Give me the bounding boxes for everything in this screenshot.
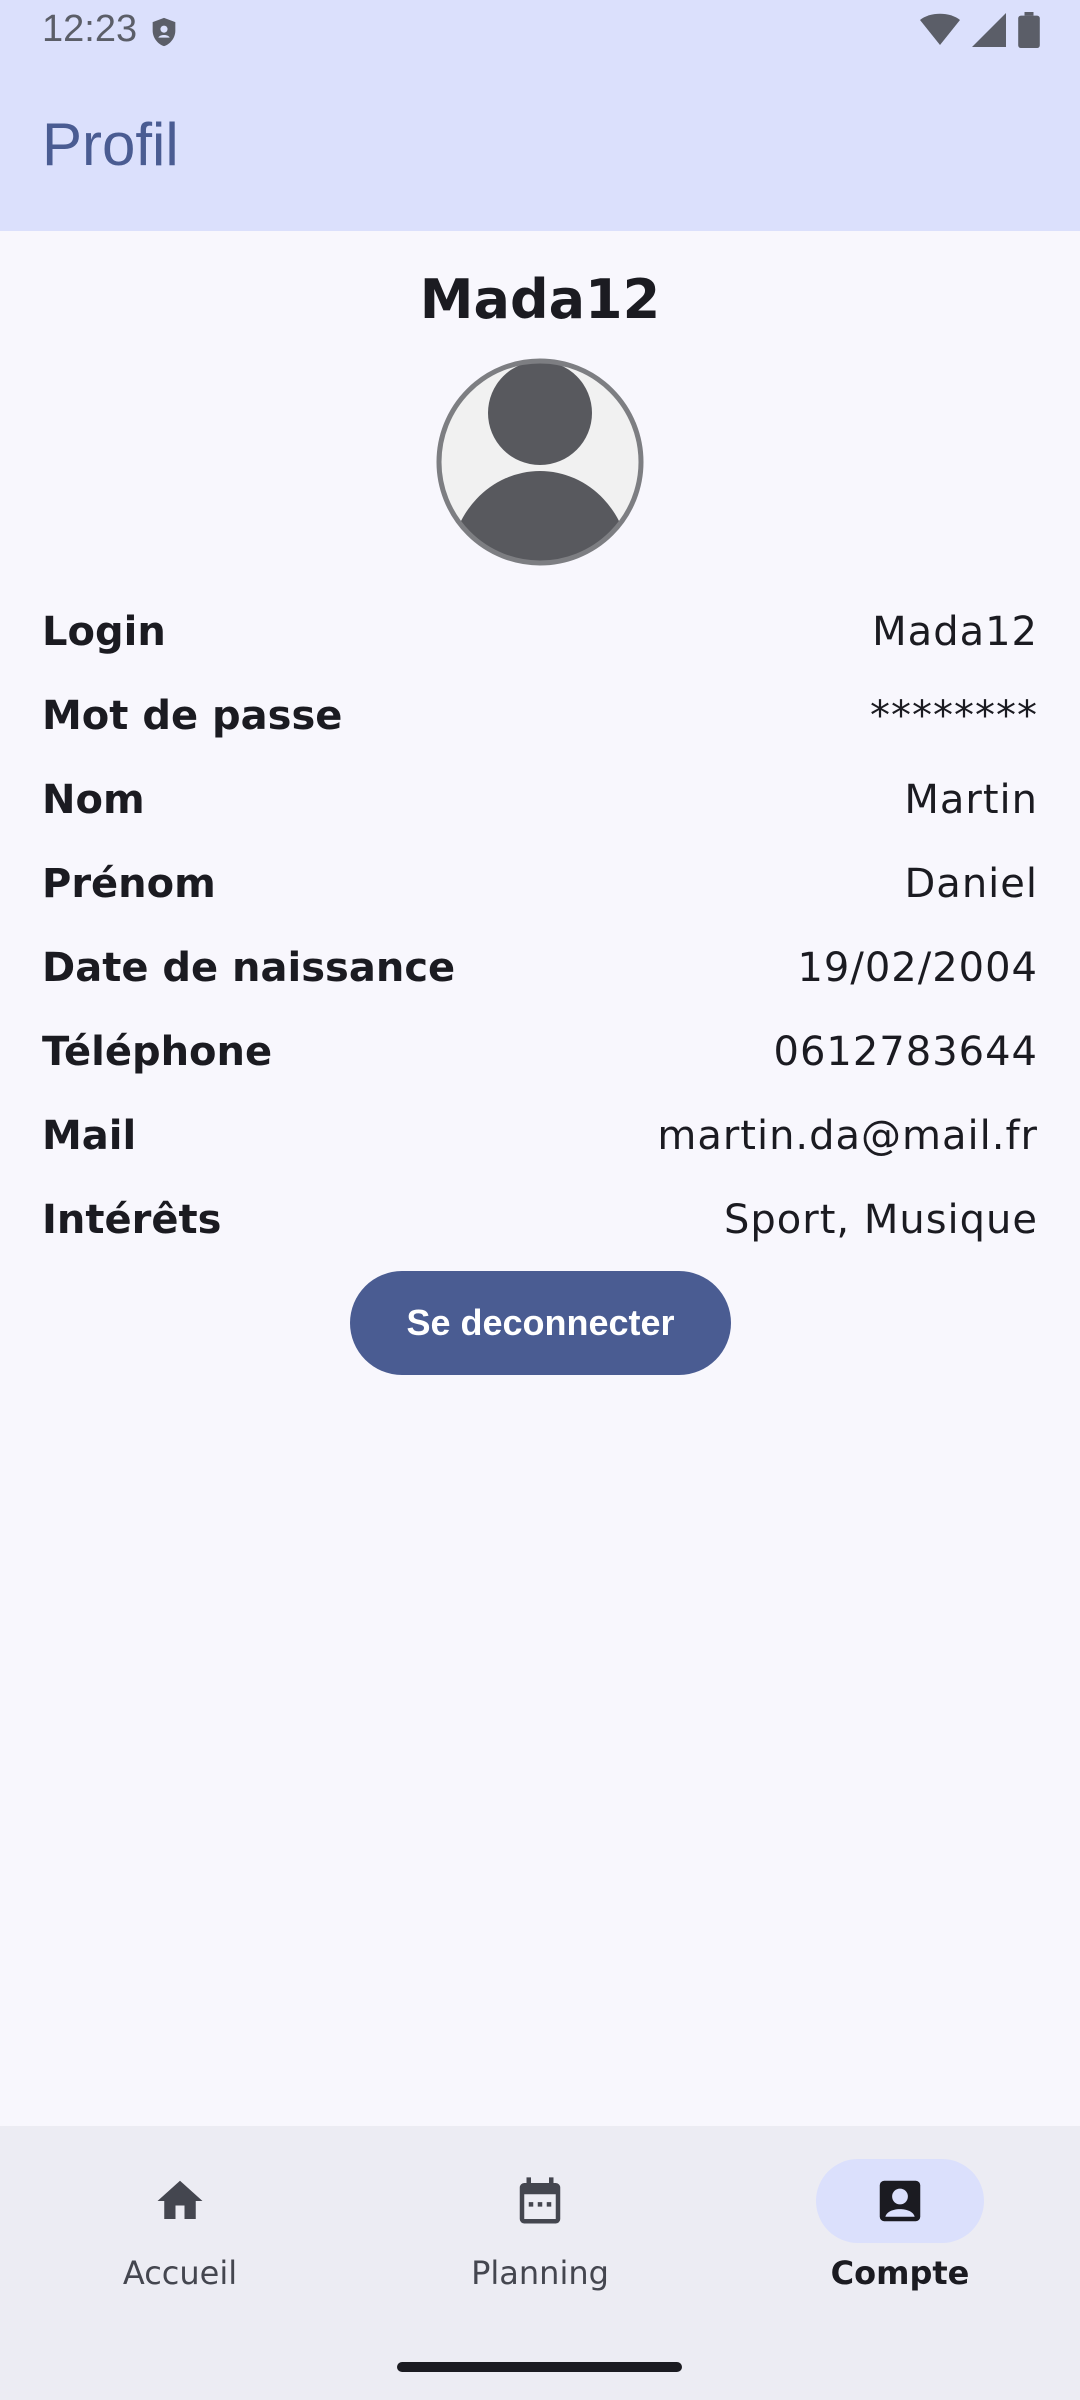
- field-label: Login: [42, 609, 166, 655]
- field-label: Nom: [42, 777, 145, 823]
- nav-icon-container: [456, 2159, 624, 2243]
- top-app-bar: 12:23 Profil: [0, 0, 1080, 231]
- account-box-icon: [879, 2180, 921, 2222]
- field-value: Daniel: [904, 861, 1038, 907]
- field-value: ********: [870, 693, 1038, 739]
- nav-label: Planning: [471, 2254, 609, 2292]
- nav-label: Compte: [830, 2254, 970, 2292]
- field-label: Téléphone: [42, 1029, 273, 1075]
- field-value: 0612783644: [773, 1029, 1038, 1075]
- field-row-phone: Téléphone 0612783644: [42, 1010, 1038, 1094]
- nav-item-compte[interactable]: Compte: [720, 2126, 1080, 2306]
- status-time: 12:23: [42, 8, 138, 50]
- home-icon: [157, 2180, 203, 2219]
- field-row-birthdate: Date de naissance 19/02/2004: [42, 926, 1038, 1010]
- field-label: Intérêts: [42, 1197, 222, 1243]
- field-value: Martin: [904, 777, 1038, 823]
- nav-item-accueil[interactable]: Accueil: [0, 2126, 360, 2306]
- battery-icon: [1018, 12, 1040, 48]
- signal-icon: [972, 13, 1006, 47]
- logout-button[interactable]: Se deconnecter: [350, 1271, 731, 1375]
- field-label: Mail: [42, 1113, 137, 1159]
- field-value: 19/02/2004: [797, 945, 1038, 991]
- status-icons: [920, 12, 1040, 48]
- field-row-login: Login Mada12: [42, 590, 1038, 674]
- profile-screen: 12:23 Profil Mada12 Login Mada12 Mot de …: [0, 0, 1080, 2400]
- nav-icon-container: [816, 2159, 984, 2243]
- field-label: Prénom: [42, 861, 216, 907]
- person-icon: [436, 358, 644, 566]
- profile-username: Mada12: [419, 268, 661, 331]
- field-label: Date de naissance: [42, 945, 456, 991]
- field-row-password: Mot de passe ********: [42, 674, 1038, 758]
- field-row-nom: Nom Martin: [42, 758, 1038, 842]
- field-value: Sport, Musique: [724, 1197, 1038, 1243]
- calendar-icon: [519, 2177, 561, 2224]
- field-row-prenom: Prénom Daniel: [42, 842, 1038, 926]
- wifi-icon: [920, 13, 960, 45]
- profile-details: Login Mada12 Mot de passe ******** Nom M…: [42, 590, 1038, 1262]
- nav-label: Accueil: [122, 2254, 238, 2292]
- field-value: Mada12: [872, 609, 1038, 655]
- shield-icon: [152, 17, 176, 47]
- bottom-navigation: Accueil Planning Compte: [0, 2126, 1080, 2400]
- field-row-interests: Intérêts Sport, Musique: [42, 1178, 1038, 1262]
- field-value: martin.da@mail.fr: [657, 1113, 1038, 1159]
- field-label: Mot de passe: [42, 693, 343, 739]
- nav-item-planning[interactable]: Planning: [360, 2126, 720, 2306]
- page-title: Profil: [42, 111, 179, 178]
- nav-icon-container: [96, 2159, 264, 2243]
- field-row-mail: Mail martin.da@mail.fr: [42, 1094, 1038, 1178]
- home-indicator[interactable]: [397, 2362, 682, 2372]
